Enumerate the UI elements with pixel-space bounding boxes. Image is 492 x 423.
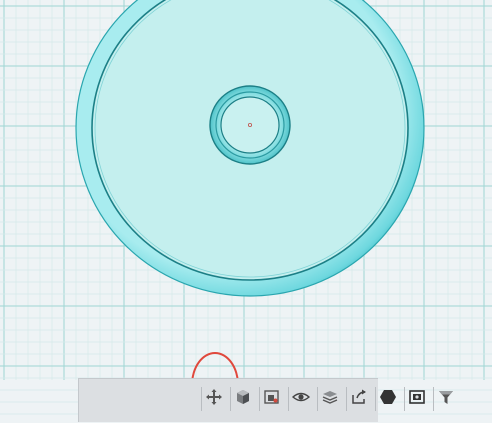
layers-button[interactable] — [317, 387, 342, 411]
stacked-layers-icon — [321, 388, 339, 410]
filter-button[interactable] — [433, 387, 458, 411]
material-button[interactable] — [375, 387, 400, 411]
visibility-button[interactable] — [288, 387, 313, 411]
workplane-canvas[interactable] — [0, 0, 492, 422]
bottom-toolbar — [78, 378, 453, 423]
eye-icon — [291, 388, 311, 410]
move-tool-button[interactable] — [201, 387, 226, 411]
camera-frame-icon — [263, 388, 281, 410]
funnel-icon — [437, 388, 455, 410]
disc-model[interactable] — [75, 0, 425, 297]
cube-icon — [234, 388, 252, 410]
toolbar-handle — [79, 379, 121, 423]
solid-hex-icon — [379, 388, 397, 410]
move-arrows-icon — [205, 388, 223, 410]
disc-hub[interactable] — [209, 85, 291, 165]
view-cube-button[interactable] — [230, 387, 255, 411]
3d-viewport[interactable] — [0, 0, 492, 422]
screenshot-button[interactable] — [259, 387, 284, 411]
share-arrow-icon — [350, 388, 368, 410]
export-button[interactable] — [346, 387, 371, 411]
picture-frame-icon — [408, 388, 426, 410]
render-button[interactable] — [404, 387, 429, 411]
